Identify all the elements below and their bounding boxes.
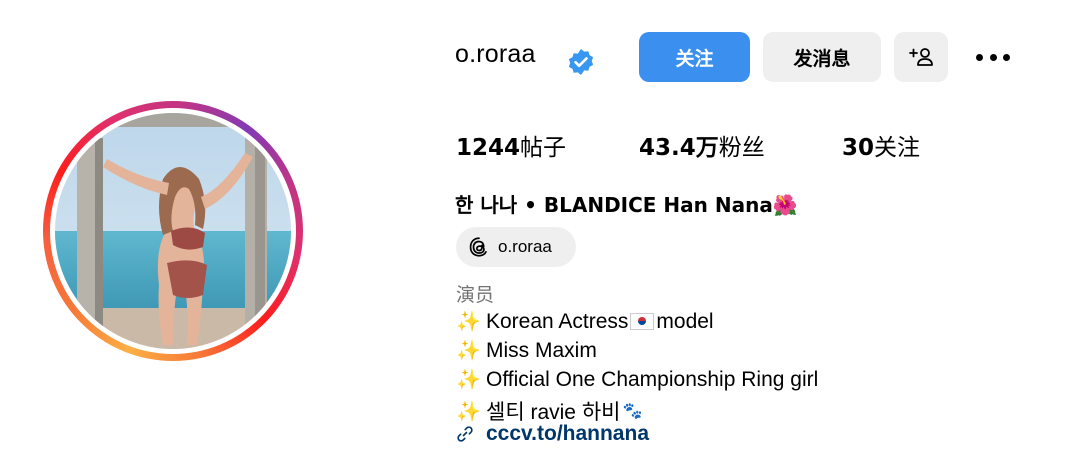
sparkles-icon: ✨	[456, 369, 481, 391]
sparkles-icon: ✨	[456, 400, 481, 423]
bio-text: Official One Championship Ring girl	[486, 367, 819, 391]
following-value: 30	[842, 135, 875, 161]
add-user-icon	[909, 48, 933, 66]
follow-button[interactable]: 关注	[639, 32, 750, 82]
username: o.roraa	[455, 40, 536, 68]
avatar[interactable]	[55, 113, 291, 349]
paw-prints-icon: 🐾	[622, 403, 643, 420]
posts-count: 1244帖子	[456, 128, 566, 162]
following-count[interactable]: 30关注	[842, 128, 920, 162]
verified-badge-icon	[568, 49, 594, 75]
followers-label: 粉丝	[718, 135, 765, 161]
bio-line: ✨ Miss Maxim	[456, 338, 597, 363]
external-link[interactable]: cccv.to/hannana	[456, 422, 649, 446]
bio-text: Korean Actress	[486, 309, 629, 333]
threads-link[interactable]: o.roraa	[456, 227, 576, 267]
avatar-story-ring[interactable]	[43, 101, 303, 361]
sparkles-icon: ✨	[456, 311, 481, 333]
more-dot	[976, 53, 983, 61]
sparkles-icon: ✨	[456, 340, 481, 362]
following-label: 关注	[874, 135, 921, 161]
bio-line: ✨ Korean Actress model	[456, 309, 714, 334]
korea-flag-icon	[630, 313, 655, 330]
suggested-users-button[interactable]	[894, 32, 948, 82]
posts-value: 1244	[456, 135, 521, 161]
bio-line: ✨ Official One Championship Ring girl	[456, 367, 818, 392]
threads-handle: o.roraa	[498, 237, 552, 256]
bio-text: Miss Maxim	[486, 338, 597, 362]
avatar-photo-image	[55, 113, 291, 349]
posts-label: 帖子	[520, 135, 567, 161]
category-label: 演员	[456, 284, 495, 306]
followers-count[interactable]: 43.4万粉丝	[639, 128, 765, 162]
avatar-ring-gap	[50, 108, 296, 354]
external-link-text: cccv.to/hannana	[486, 422, 649, 445]
more-options-icon[interactable]	[976, 50, 1010, 64]
link-icon	[457, 426, 473, 442]
more-dot	[1003, 53, 1010, 61]
threads-icon	[469, 237, 487, 257]
full-name-text: 한 나나 • BLANDICE Han Nana	[455, 193, 773, 217]
message-button[interactable]: 发消息	[763, 32, 881, 82]
full-name: 한 나나 • BLANDICE Han Nana🌺	[455, 189, 798, 218]
bio-text: model	[656, 309, 714, 333]
hibiscus-icon: 🌺	[772, 193, 798, 217]
followers-value: 43.4万	[639, 135, 719, 161]
more-dot	[989, 53, 997, 61]
